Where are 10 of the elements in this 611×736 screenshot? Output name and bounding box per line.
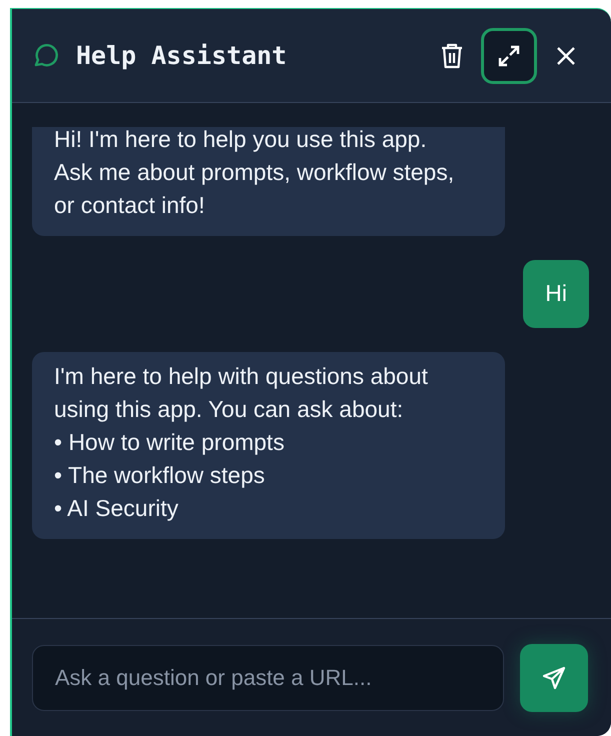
send-icon	[541, 664, 567, 690]
close-icon	[555, 44, 577, 66]
expand-button[interactable]	[481, 28, 537, 84]
panel-title: Help Assistant	[76, 41, 287, 70]
user-message: Hi	[523, 260, 589, 328]
assistant-message: I'm here to help with questions about using this app. You can ask about: • How to write prompts • The workflow steps • AI Security	[32, 352, 505, 539]
assistant-message: Hi! I'm here to help you use this app. Ask me about prompts, workflow steps, or contact info!	[32, 127, 505, 236]
trash-icon	[439, 42, 465, 70]
send-button[interactable]	[520, 644, 588, 712]
message-input[interactable]: Ask a question or paste a URL...	[32, 644, 504, 710]
